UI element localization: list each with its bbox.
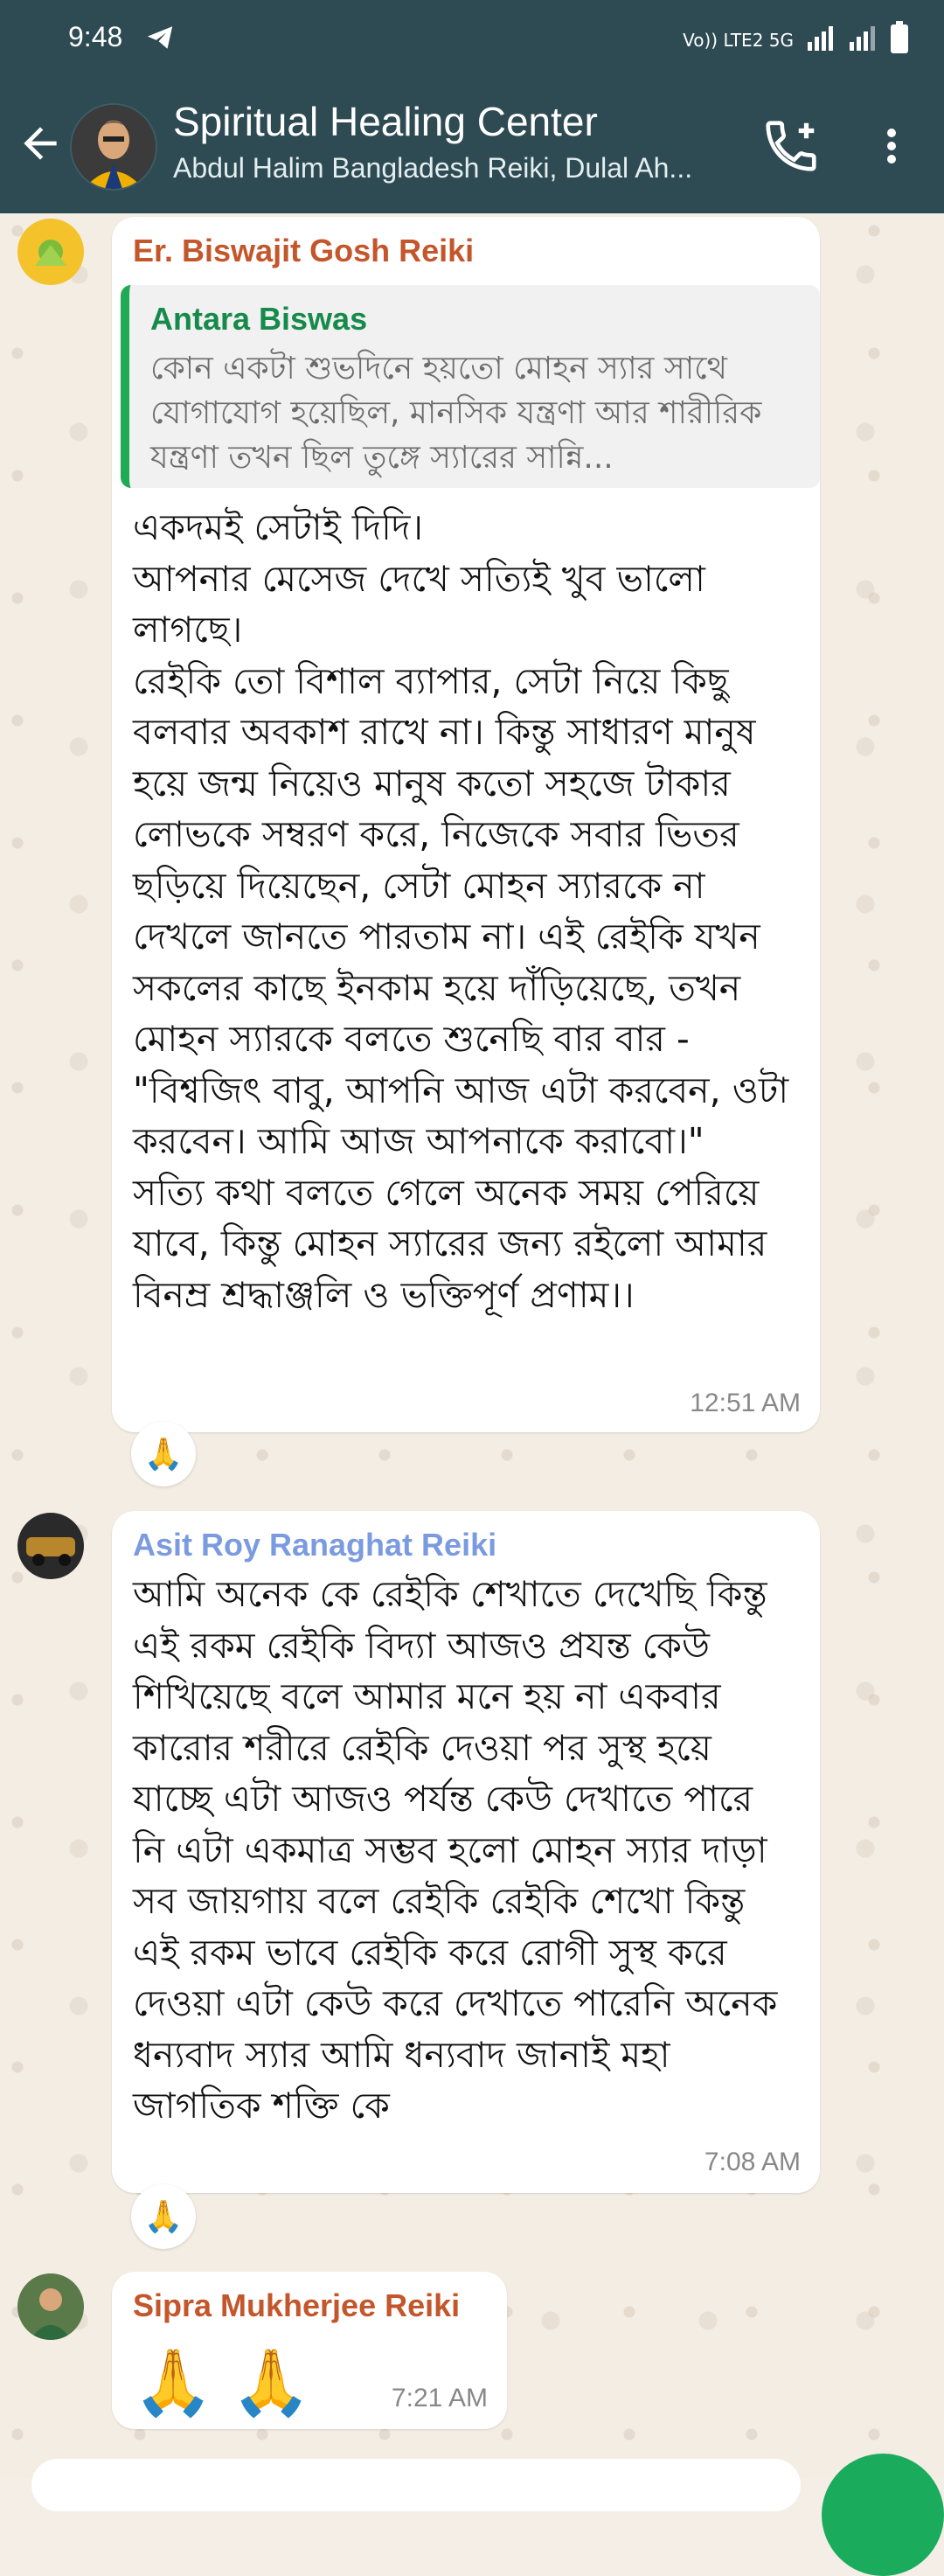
status-indicators: Vo)) LTE2 5G (683, 21, 909, 59)
message-bubble[interactable]: Sipra Mukherjee Reiki 🙏🙏 7:21 AM (112, 2272, 507, 2429)
sender-avatar[interactable] (17, 1513, 84, 1579)
reaction-badge[interactable]: 🙏 (131, 2184, 196, 2249)
sender-name[interactable]: Asit Roy Ranaghat Reiki (133, 1527, 496, 1563)
sender-avatar[interactable] (17, 2273, 84, 2340)
signal-icon (806, 24, 836, 56)
back-arrow-icon[interactable] (16, 119, 65, 168)
quoted-text: কোন একটা শুভদিনে হয়তো মোহন স্যার সাথে য… (150, 351, 762, 476)
chat-header: Spiritual Healing Center Abdul Halim Ban… (0, 80, 944, 213)
status-bar: 9:48 Vo)) LTE2 5G (0, 0, 944, 80)
chat-members[interactable]: Abdul Halim Bangladesh Reiki, Dulal Ah..… (173, 152, 732, 184)
message-time: 7:08 AM (704, 2148, 801, 2176)
sender-name[interactable]: Er. Biswajit Gosh Reiki (133, 233, 474, 269)
status-time: 9:48 (68, 21, 123, 52)
telegram-icon (145, 23, 175, 56)
chat-area[interactable]: Er. Biswajit Gosh Reiki Antara Biswas কো… (0, 213, 944, 2478)
message-emoji: 🙏🙏 (133, 2345, 330, 2420)
floating-action-button[interactable] (822, 2454, 944, 2576)
sender-name[interactable]: Sipra Mukherjee Reiki (133, 2287, 460, 2324)
quoted-sender: Antara Biswas (150, 301, 368, 337)
message-time: 12:51 AM (690, 1389, 801, 1417)
message-text: একদমই সেটাই দিদি। আপনার মেসেজ দেখে সত্যি… (133, 506, 789, 1316)
quoted-message[interactable]: Antara Biswas কোন একটা শুভদিনে হয়তো মোহ… (121, 285, 820, 488)
sender-avatar[interactable] (17, 219, 84, 285)
group-avatar[interactable] (70, 103, 157, 191)
signal-icon-2 (848, 24, 878, 56)
chat-title[interactable]: Spiritual Healing Center (173, 98, 598, 145)
add-call-icon[interactable] (760, 115, 822, 177)
network-text: Vo)) LTE2 5G (683, 30, 794, 51)
message-text: আমি অনেক কে রেইকি শেখাতে দেখেছি কিন্তু এ… (133, 1573, 789, 2127)
more-options-icon[interactable] (874, 115, 909, 177)
reaction-badge[interactable]: 🙏 (131, 1422, 196, 1486)
message-time: 7:21 AM (391, 2384, 488, 2412)
message-input-peek[interactable] (31, 2459, 801, 2511)
battery-icon (890, 21, 909, 59)
message-bubble[interactable]: Asit Roy Ranaghat Reiki আমি অনেক কে রেইক… (112, 1511, 820, 2193)
message-bubble[interactable]: Er. Biswajit Gosh Reiki Antara Biswas কো… (112, 217, 820, 1432)
